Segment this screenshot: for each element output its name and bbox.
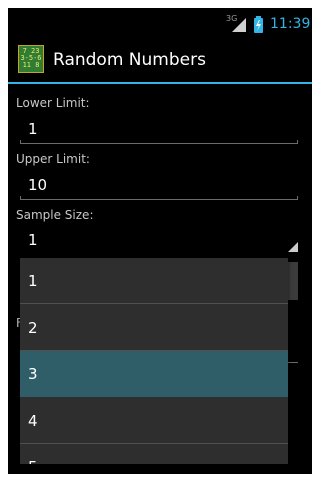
sample-size-label: Sample Size: [16,208,94,222]
dropdown-option-4[interactable]: 4 [20,398,288,444]
lower-limit-underline [20,140,298,144]
action-bar: 7 23 3-5-6 11 8 Random Numbers [8,40,312,84]
spinner-arrow-icon[interactable] [288,242,298,252]
dropdown-option-2[interactable]: 2 [20,305,288,351]
sample-size-spinner[interactable]: 1 [28,231,38,249]
lower-limit-input[interactable]: 1 [28,120,38,138]
upper-limit-underline [20,196,298,200]
device-screen: 3G 11:39 7 23 3-5-6 11 8 Random Numbers … [8,8,312,474]
hidden-button-edge [288,262,298,300]
dropdown-option-3[interactable]: 3 [20,351,288,397]
dropdown-option-5[interactable]: 5 [20,444,288,464]
signal-icon: 3G [226,14,248,34]
upper-limit-label: Upper Limit: [16,152,90,166]
lower-limit-label: Lower Limit: [16,96,90,110]
hidden-field-underline [288,362,298,363]
dropdown-option-1[interactable]: 1 [20,258,288,304]
status-bar: 3G 11:39 [8,8,312,40]
upper-limit-input[interactable]: 10 [28,176,47,194]
battery-charging-icon [254,16,263,33]
app-title: Random Numbers [53,50,206,70]
sample-size-dropdown[interactable]: 1 2 3 4 5 [20,258,288,464]
dice-numbers-icon[interactable]: 7 23 3-5-6 11 8 [18,45,44,73]
app-icon-line-3: 11 8 [22,61,40,69]
status-time: 11:39 [270,16,311,32]
